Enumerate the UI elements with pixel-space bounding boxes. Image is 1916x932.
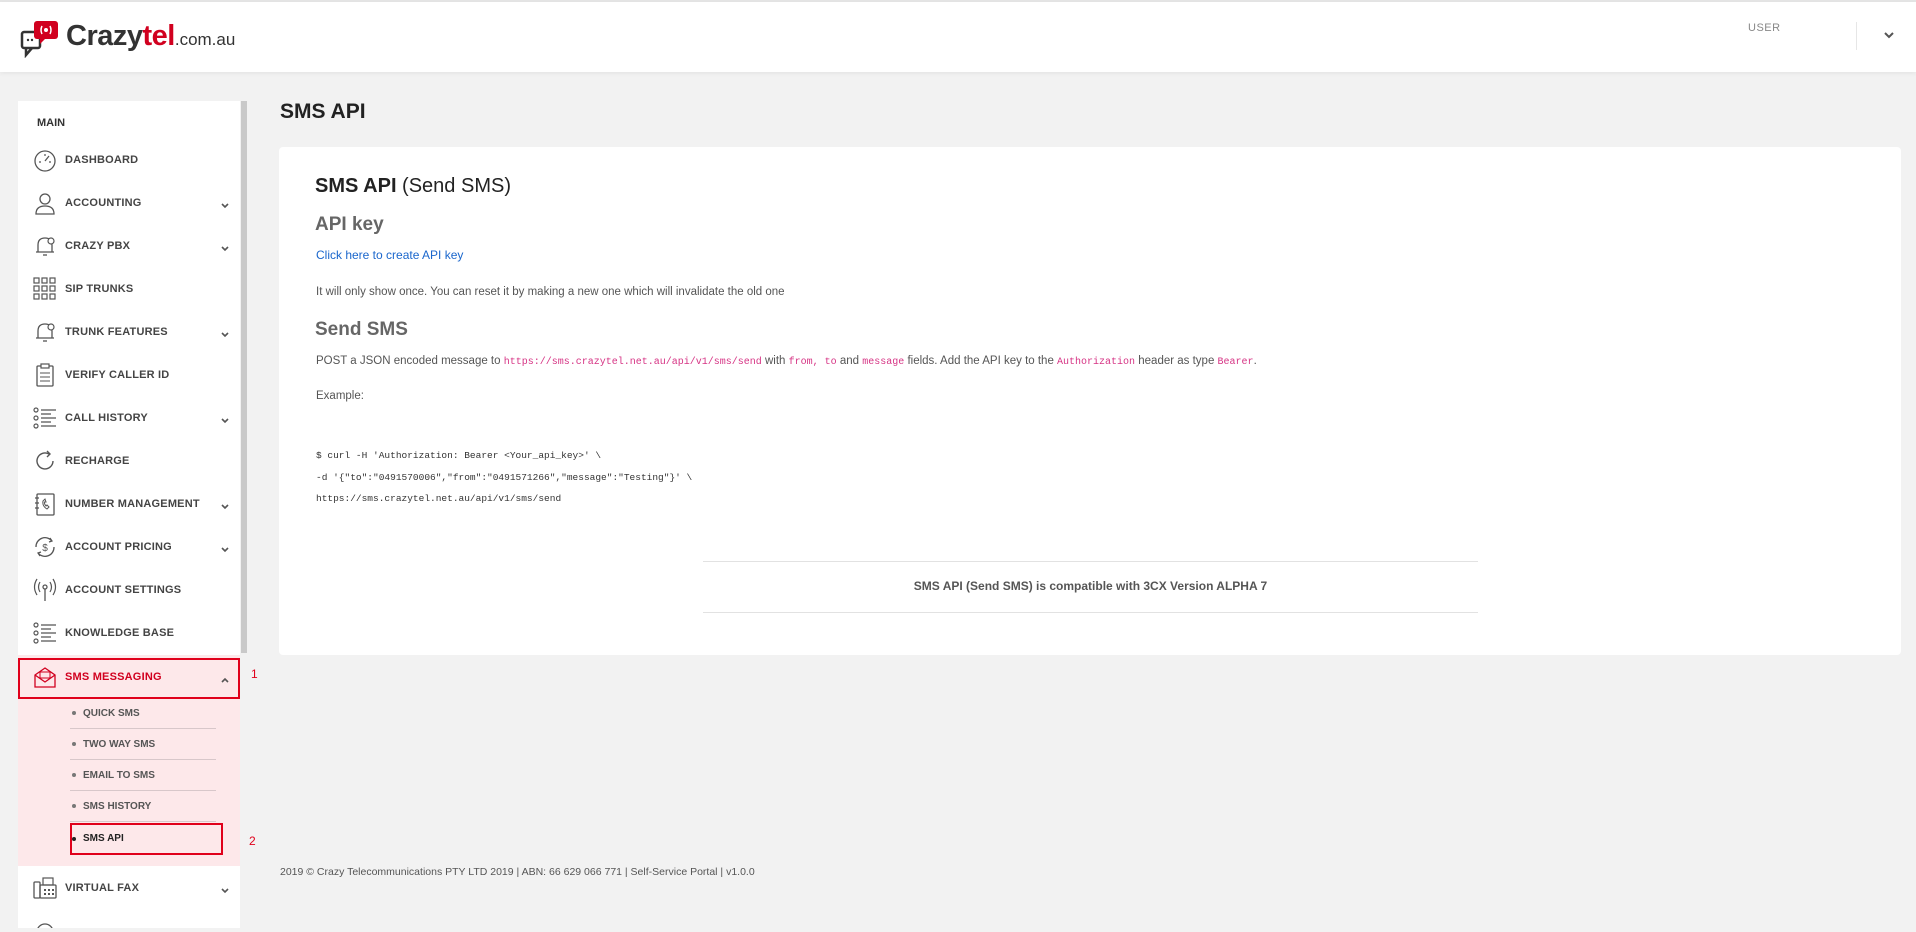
chevron-down-icon [220,883,230,893]
logo[interactable]: Crazytel.com.au [20,18,236,59]
sidebar-item-sip-trunks[interactable]: SIP TRUNKS [18,267,240,310]
sidebar-item-accounting[interactable]: ACCOUNTING [18,181,240,224]
sidebar-item-trunk-features[interactable]: TRUNK FEATURES [18,310,240,353]
chevron-down-icon [220,327,230,337]
clipboard-icon [32,362,58,388]
fax-icon [32,875,58,901]
chevron-down-icon [220,241,230,251]
example-label: Example: [316,390,364,402]
grid-icon [32,276,58,302]
chevron-down-icon [220,542,230,552]
dollar-cycle-icon: $ [32,534,58,560]
annotation-box-sms-api [70,823,223,855]
bullet-icon [72,711,76,715]
bullet-icon [72,804,76,808]
bullet-icon [72,773,76,777]
sidebar-item-next-partial[interactable] [18,909,240,928]
bell-gear-icon [32,319,58,345]
sidebar-section-title: MAIN [37,117,66,129]
gauge-icon [32,147,58,173]
logo-text: Crazytel.com.au [66,20,236,52]
sidebar-item-account-settings[interactable]: ACCOUNT SETTINGS [18,568,240,611]
user-menu-label[interactable]: USER [1748,22,1781,34]
sidebar-item-crazy-pbx[interactable]: CRAZY PBX [18,224,240,267]
sidebar-item-number-management[interactable]: NUMBER MANAGEMENT [18,482,240,525]
compatibility-note: SMS API (Send SMS) is compatible with 3C… [913,579,1268,593]
list-icon [32,620,58,646]
api-key-note: It will only show once. You can reset it… [316,286,785,298]
sidebar: MAIN DASHBOARD ACCOUNTING CRAZY PBX SIP … [18,101,240,928]
api-key-heading: API key [315,214,384,235]
crazytel-logo-icon [20,18,64,59]
top-header: Crazytel.com.au USER [0,2,1916,72]
create-api-key-link[interactable]: Click here to create API key [316,248,463,262]
partial-icon [32,918,58,928]
card-title: SMS API (Send SMS) [315,175,511,197]
annotation-number-1: 1 [251,667,258,681]
svg-text:$: $ [42,543,48,554]
chevron-down-icon [220,198,230,208]
chevron-down-icon [220,413,230,423]
submenu-item-two-way-sms[interactable]: TWO WAY SMS [70,729,216,760]
user-icon [32,190,58,216]
send-sms-heading: Send SMS [315,319,408,340]
sidebar-item-virtual-fax[interactable]: VIRTUAL FAX [18,866,240,909]
code-line-3: https://sms.crazytel.net.au/api/v1/sms/s… [316,493,562,504]
footer: 2019 © Crazy Telecommunications PTY LTD … [280,866,755,878]
chevron-down-icon[interactable] [1882,28,1896,42]
sidebar-item-account-pricing[interactable]: $ ACCOUNT PRICING [18,525,240,568]
antenna-icon [32,577,58,603]
list-icon [32,405,58,431]
sms-api-card: SMS API (Send SMS) API key Click here to… [279,147,1901,655]
header-divider [1856,22,1857,50]
code-line-1: $ curl -H 'Authorization: Bearer <Your_a… [316,450,602,461]
bell-icon [32,233,58,259]
divider [703,612,1478,613]
divider [703,561,1478,562]
post-instructions: POST a JSON encoded message to https://s… [316,355,1257,368]
annotation-number-2: 2 [249,834,256,848]
submenu-item-quick-sms[interactable]: QUICK SMS [70,698,216,729]
chevron-down-icon [220,499,230,509]
sidebar-item-knowledge-base[interactable]: KNOWLEDGE BASE [18,611,240,654]
sidebar-item-call-history[interactable]: CALL HISTORY [18,396,240,439]
sidebar-item-recharge[interactable]: RECHARGE [18,439,240,482]
bullet-icon [72,742,76,746]
sidebar-item-verify-caller-id[interactable]: VERIFY CALLER ID [18,353,240,396]
phonebook-icon [32,491,58,517]
code-line-2: -d '{"to":"0491570006","from":"049157126… [316,472,693,483]
page-title: SMS API [280,100,366,123]
sidebar-item-dashboard[interactable]: DASHBOARD [18,138,240,181]
submenu-item-sms-history[interactable]: SMS HISTORY [70,791,216,822]
refresh-icon [32,448,58,474]
sidebar-scrollbar[interactable] [241,101,247,653]
annotation-box-sms-messaging [18,658,240,699]
submenu-item-email-to-sms[interactable]: EMAIL TO SMS [70,760,216,791]
